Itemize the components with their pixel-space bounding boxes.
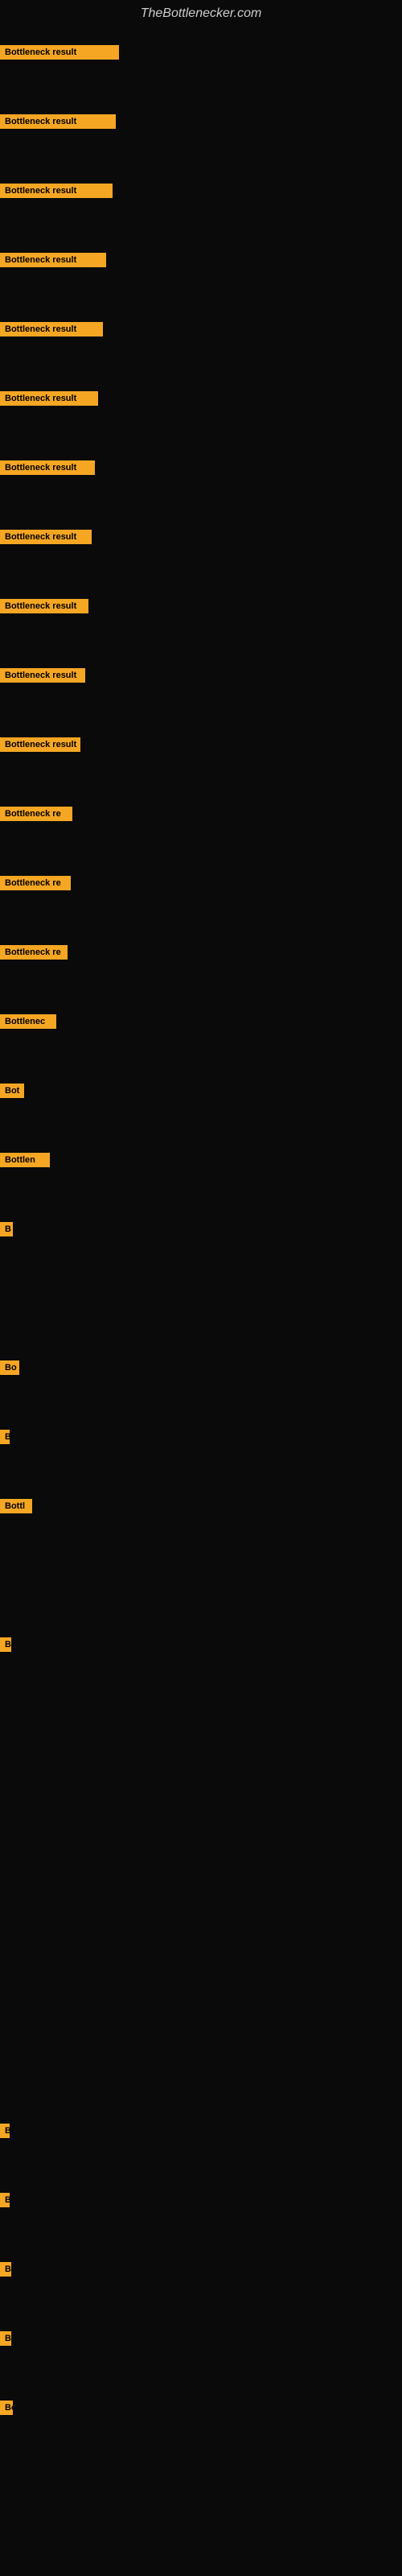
bottleneck-badge: Bottleneck result <box>0 391 98 406</box>
bottleneck-item: Bottlenec <box>0 1014 56 1029</box>
bottleneck-item: Bottleneck re <box>0 807 72 821</box>
bottleneck-item: B <box>0 2262 11 2277</box>
bottleneck-badge: Bottleneck result <box>0 114 116 129</box>
bottleneck-item: B <box>0 2331 11 2346</box>
bottleneck-item: Bottleneck result <box>0 737 80 752</box>
bottleneck-badge: Bo <box>0 1360 19 1375</box>
bottleneck-item: Bottleneck re <box>0 945 68 960</box>
bottleneck-item: B <box>0 1430 10 1444</box>
bottleneck-badge: Bottl <box>0 1499 32 1513</box>
bottleneck-badge: Bottleneck result <box>0 253 106 267</box>
bottleneck-item: Bot <box>0 1084 24 1098</box>
bottleneck-item: Bottleneck result <box>0 184 113 198</box>
site-title: TheBottlenecker.com <box>0 0 402 27</box>
bottleneck-item: Bo <box>0 1360 19 1375</box>
bottleneck-badge: Bottleneck re <box>0 945 68 960</box>
bottleneck-item: Bottleneck result <box>0 460 95 475</box>
bottleneck-item: Bottleneck result <box>0 114 116 129</box>
bottleneck-badge: Bottleneck result <box>0 460 95 475</box>
bottleneck-badge: Bo <box>0 2401 13 2415</box>
bottleneck-badge: Bottleneck re <box>0 807 72 821</box>
bottleneck-item: B <box>0 2193 10 2207</box>
bottleneck-badge: Bottleneck result <box>0 45 119 60</box>
bottleneck-item: Bottleneck result <box>0 668 85 683</box>
bottleneck-badge: B <box>0 2193 10 2207</box>
bottleneck-badge: B <box>0 2262 11 2277</box>
bottleneck-item: Bottleneck result <box>0 253 106 267</box>
bottleneck-item: Bottl <box>0 1499 32 1513</box>
bottleneck-badge: B <box>0 2331 11 2346</box>
bottleneck-item: B <box>0 1637 11 1652</box>
bottleneck-item: Bottleneck result <box>0 599 88 613</box>
bottleneck-item: Bottleneck result <box>0 322 103 336</box>
bottleneck-item: Bo <box>0 2401 13 2415</box>
bottleneck-badge: Bottleneck result <box>0 737 80 752</box>
bottleneck-badge: Bottleneck result <box>0 184 113 198</box>
bottleneck-badge: B <box>0 2124 10 2138</box>
bottleneck-badge: B <box>0 1637 11 1652</box>
bottleneck-badge: Bottleneck result <box>0 668 85 683</box>
bottleneck-badge: B <box>0 1430 10 1444</box>
bottleneck-badge: Bottleneck result <box>0 322 103 336</box>
bottleneck-item: Bottlen <box>0 1153 50 1167</box>
bottleneck-badge: Bottleneck result <box>0 530 92 544</box>
bottleneck-item: Bottleneck re <box>0 876 71 890</box>
bottleneck-badge: Bottlenec <box>0 1014 56 1029</box>
bottleneck-badge: Bottleneck result <box>0 599 88 613</box>
bottleneck-item: Bottleneck result <box>0 530 92 544</box>
bottleneck-badge: Bottleneck re <box>0 876 71 890</box>
bottleneck-badge: Bottlen <box>0 1153 50 1167</box>
bottleneck-item: Bottleneck result <box>0 45 119 60</box>
bottleneck-badge: Bot <box>0 1084 24 1098</box>
bottleneck-item: B <box>0 1222 13 1236</box>
bottleneck-item: B <box>0 2124 10 2138</box>
bottleneck-badge: B <box>0 1222 13 1236</box>
bottleneck-item: Bottleneck result <box>0 391 98 406</box>
